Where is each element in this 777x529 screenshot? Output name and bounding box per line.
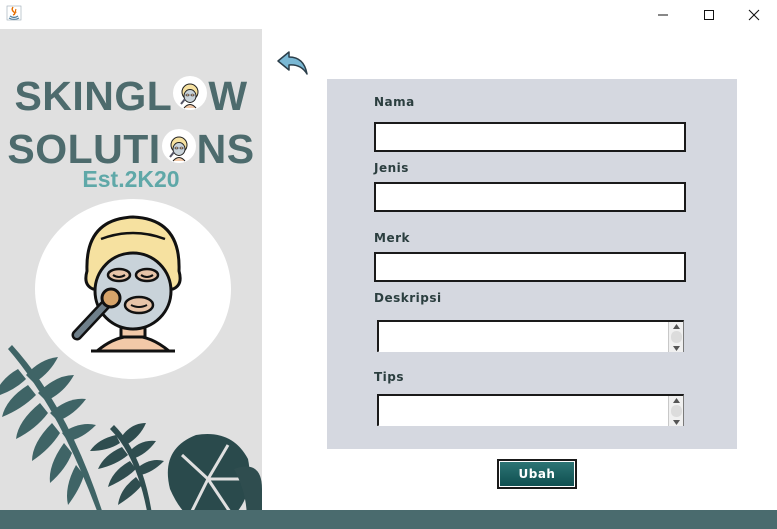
maximize-button[interactable]	[686, 0, 732, 29]
title-bar	[0, 0, 777, 29]
tips-label: Tips	[374, 370, 405, 384]
tips-input[interactable]	[379, 396, 669, 426]
scroll-thumb[interactable]	[671, 331, 682, 343]
maximize-icon	[704, 9, 714, 20]
application-window: SKINGL W SOLUTI NS Est.2K20 Nama Jenis M…	[0, 0, 777, 529]
ubah-button[interactable]: Ubah	[497, 459, 577, 489]
mini-mascot-icon	[173, 76, 208, 110]
close-icon	[748, 9, 760, 20]
scroll-thumb[interactable]	[671, 405, 682, 417]
back-arrow-icon	[277, 51, 308, 75]
mini-mascot-icon	[161, 129, 196, 163]
merk-label: Merk	[374, 231, 410, 245]
tips-scrollbar[interactable]	[668, 396, 683, 426]
nama-label: Nama	[374, 95, 415, 109]
scroll-up-arrow-icon[interactable]	[669, 322, 684, 330]
back-button[interactable]	[276, 50, 310, 78]
tips-textarea	[377, 394, 684, 426]
brand-title-line1: SKINGL W	[0, 73, 262, 120]
merk-input[interactable]	[374, 252, 686, 282]
java-icon	[6, 5, 22, 21]
jenis-label: Jenis	[374, 161, 409, 175]
leaves-decoration	[0, 345, 262, 529]
minimize-icon	[658, 14, 668, 15]
deskripsi-input[interactable]	[379, 322, 669, 352]
scroll-down-arrow-icon[interactable]	[669, 344, 684, 352]
brand-text: W	[208, 73, 248, 119]
jenis-input[interactable]	[374, 182, 686, 212]
deskripsi-label: Deskripsi	[374, 291, 442, 305]
established-text: Est.2K20	[82, 166, 180, 192]
form-card: Nama Jenis Merk Deskripsi Tips	[327, 79, 737, 449]
bottom-bar	[0, 510, 777, 529]
nama-input[interactable]	[374, 122, 686, 152]
close-button[interactable]	[731, 0, 777, 29]
deskripsi-scrollbar[interactable]	[668, 322, 683, 352]
main-panel: Nama Jenis Merk Deskripsi Tips Ubah	[262, 37, 777, 512]
brand-text: SKINGL	[14, 73, 173, 119]
minimize-button[interactable]	[640, 0, 686, 29]
branding-panel: SKINGL W SOLUTI NS Est.2K20	[0, 29, 262, 529]
deskripsi-textarea	[377, 320, 684, 352]
ubah-button-label: Ubah	[500, 462, 574, 486]
scroll-up-arrow-icon[interactable]	[669, 396, 684, 404]
scroll-down-arrow-icon[interactable]	[669, 418, 684, 426]
